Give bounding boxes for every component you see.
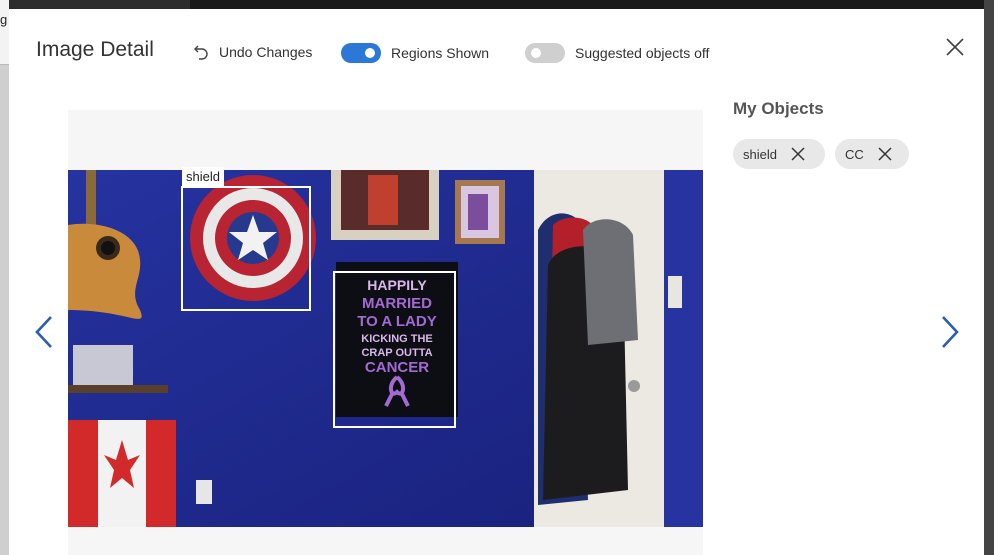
image-viewer: HAPPILY MARRIED TO A LADY KICKING THE CR…: [68, 110, 703, 555]
wall-outlet: [196, 480, 212, 504]
regions-shown-control: Regions Shown: [341, 43, 489, 63]
undo-changes-button[interactable]: Undo Changes: [193, 43, 312, 61]
my-objects-heading: My Objects: [733, 99, 824, 118]
region-box-shield[interactable]: [181, 186, 311, 311]
region-label-shield: shield: [182, 167, 224, 186]
undo-icon: [194, 45, 208, 60]
toggle-knob: [365, 48, 375, 58]
backdrop-left-panel: g: [0, 0, 9, 65]
object-chip-cc: CC: [835, 139, 909, 169]
next-image-arrow-icon[interactable]: [939, 315, 961, 349]
object-chip-label: CC: [845, 146, 864, 162]
regions-shown-toggle[interactable]: [341, 43, 381, 63]
object-chip-label: shield: [743, 146, 777, 162]
backdrop-left-edge: [0, 0, 9, 555]
suggested-objects-control: Suggested objects off: [525, 43, 709, 63]
suggested-objects-label: Suggested objects off: [575, 45, 710, 61]
undo-changes-label: Undo Changes: [219, 44, 313, 60]
object-chip-shield: shield: [733, 139, 825, 169]
region-box-sign[interactable]: [333, 271, 456, 428]
previous-image-arrow-icon[interactable]: [33, 315, 55, 349]
small-frame: [455, 180, 505, 244]
dialog-title: Image Detail: [36, 38, 154, 61]
close-icon[interactable]: [946, 38, 964, 56]
regions-shown-label: Regions Shown: [391, 45, 490, 61]
backdrop-left-text: g: [0, 12, 8, 27]
framed-poster: [331, 170, 439, 240]
toggle-knob: [531, 48, 541, 58]
suggested-objects-toggle[interactable]: [525, 43, 565, 63]
remove-object-icon[interactable]: [791, 147, 805, 161]
backdrop-right-edge: [984, 0, 994, 555]
image-detail-dialog: Image Detail Undo Changes Regions Shown …: [9, 9, 984, 555]
hanging-jackets: [538, 213, 638, 505]
remove-object-icon[interactable]: [878, 147, 892, 161]
